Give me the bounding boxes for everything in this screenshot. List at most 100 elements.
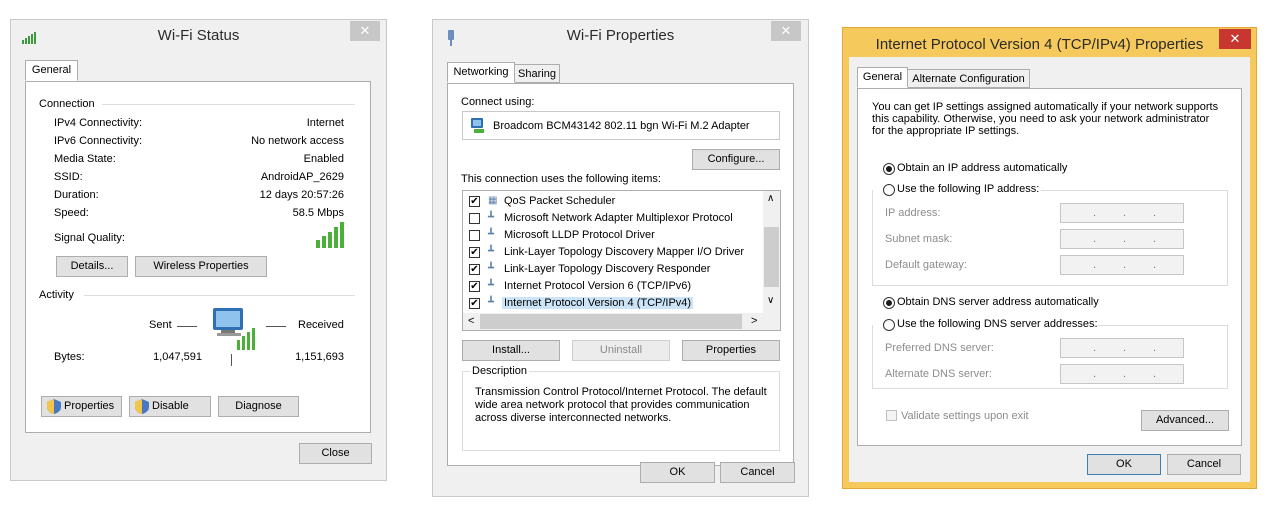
close-icon[interactable]: ✕ bbox=[350, 21, 380, 41]
tab-sharing[interactable]: Sharing bbox=[514, 64, 560, 83]
advanced-button[interactable]: Advanced... bbox=[1141, 410, 1229, 431]
obtain-ip-auto-label: Obtain an IP address automatically bbox=[897, 162, 1068, 174]
close-icon[interactable]: ✕ bbox=[1219, 29, 1251, 49]
scroll-thumb[interactable] bbox=[480, 314, 742, 329]
wifi-properties-window: Wi-Fi Properties ✕ Networking Sharing Co… bbox=[432, 19, 809, 497]
close-button[interactable]: Close bbox=[299, 443, 372, 464]
received-line bbox=[266, 326, 286, 327]
scroll-left-icon[interactable]: < bbox=[468, 315, 474, 327]
subnet-mask-label: Subnet mask: bbox=[885, 233, 953, 245]
signal-strength-icon bbox=[316, 222, 348, 251]
item-label: QoS Packet Scheduler bbox=[504, 195, 616, 207]
protocol-icon: ┻ bbox=[488, 229, 495, 240]
item-checkbox[interactable]: ✔ bbox=[469, 281, 480, 292]
scroll-thumb[interactable] bbox=[764, 227, 779, 287]
title-bar: Wi-Fi Properties ✕ bbox=[433, 20, 808, 48]
bytes-label: Bytes: bbox=[54, 351, 85, 363]
ok-button[interactable]: OK bbox=[1087, 454, 1161, 475]
protocol-icon: ┻ bbox=[488, 246, 495, 257]
received-label: Received bbox=[298, 319, 344, 331]
description-text: Transmission Control Protocol/Internet P… bbox=[475, 386, 767, 424]
item-checkbox[interactable]: ✔ bbox=[469, 196, 480, 207]
configure-button[interactable]: Configure... bbox=[692, 149, 780, 170]
adapter-box: Broadcom BCM43142 802.11 bgn Wi-Fi M.2 A… bbox=[462, 111, 780, 140]
description-header: Description bbox=[470, 365, 530, 377]
item-checkbox[interactable]: ✔ bbox=[469, 264, 480, 275]
scroll-up-icon[interactable]: ∧ bbox=[767, 193, 774, 204]
list-item[interactable]: ┻ Microsoft LLDP Protocol Driver bbox=[463, 227, 763, 244]
network-adapter-icon bbox=[470, 117, 486, 137]
default-gateway-label: Default gateway: bbox=[885, 259, 967, 271]
item-label: Microsoft Network Adapter Multiplexor Pr… bbox=[504, 212, 733, 224]
tab-general[interactable]: General bbox=[857, 67, 908, 88]
tab-general[interactable]: General bbox=[25, 60, 78, 81]
item-label: Internet Protocol Version 6 (TCP/IPv6) bbox=[504, 280, 692, 292]
list-item[interactable]: ✔ ┻ Link-Layer Topology Discovery Respon… bbox=[463, 261, 763, 278]
horizontal-scrollbar[interactable]: < > bbox=[463, 313, 780, 330]
list-item[interactable]: ✔ ┻ Link-Layer Topology Discovery Mapper… bbox=[463, 244, 763, 261]
list-item[interactable]: ✔ ┻ Internet Protocol Version 6 (TCP/IPv… bbox=[463, 278, 763, 295]
protocol-icon: ┻ bbox=[488, 297, 495, 308]
row-label: Duration: bbox=[54, 189, 99, 201]
service-icon: ▦ bbox=[488, 195, 498, 206]
properties-label: Properties bbox=[64, 400, 115, 412]
protocol-icon: ┻ bbox=[488, 280, 495, 291]
obtain-ip-auto-radio[interactable] bbox=[883, 163, 895, 175]
item-label: Link-Layer Topology Discovery Mapper I/O… bbox=[504, 246, 745, 258]
window-title: Wi-Fi Status bbox=[157, 27, 240, 44]
disable-button[interactable]: Disable bbox=[129, 396, 211, 417]
item-checkbox[interactable] bbox=[469, 230, 480, 241]
validate-label: Validate settings upon exit bbox=[901, 410, 1029, 422]
list-item-selected[interactable]: ✔ ┻ Internet Protocol Version 4 (TCP/IPv… bbox=[463, 295, 763, 312]
bytes-sent-value: 1,047,591 bbox=[153, 351, 202, 363]
use-following-dns-radio[interactable] bbox=[883, 319, 895, 331]
shield-icon bbox=[47, 399, 61, 421]
window-frame-bottom bbox=[843, 482, 1256, 488]
ip-address-input: ... bbox=[1060, 203, 1184, 223]
tab-alternate-configuration[interactable]: Alternate Configuration bbox=[907, 69, 1030, 88]
scroll-right-icon[interactable]: > bbox=[751, 315, 757, 327]
default-gateway-input: ... bbox=[1060, 255, 1184, 275]
list-item[interactable]: ┻ Microsoft Network Adapter Multiplexor … bbox=[463, 210, 763, 227]
ip-group-divider bbox=[1041, 190, 1228, 191]
tab-networking[interactable]: Networking bbox=[447, 62, 515, 83]
activity-divider bbox=[84, 295, 355, 296]
item-checkbox[interactable]: ✔ bbox=[469, 247, 480, 258]
row-value: No network access bbox=[251, 135, 344, 147]
vertical-scrollbar[interactable]: ∧ ∨ bbox=[763, 191, 780, 313]
row-label: IPv6 Connectivity: bbox=[54, 135, 143, 147]
row-label: Media State: bbox=[54, 153, 116, 165]
uninstall-button[interactable]: Uninstall bbox=[572, 340, 670, 361]
window-frame-right bbox=[1250, 28, 1256, 488]
ok-button[interactable]: OK bbox=[640, 462, 715, 483]
item-label: Link-Layer Topology Discovery Responder bbox=[504, 263, 711, 275]
signal-quality-label: Signal Quality: bbox=[54, 232, 125, 244]
alternate-dns-label: Alternate DNS server: bbox=[885, 368, 992, 380]
description-group: Description Transmission Control Protoco… bbox=[462, 365, 780, 451]
item-checkbox[interactable] bbox=[469, 213, 480, 224]
use-following-ip-radio[interactable] bbox=[883, 184, 895, 196]
preferred-dns-label: Preferred DNS server: bbox=[885, 342, 994, 354]
protocol-icon: ┻ bbox=[488, 212, 495, 223]
validate-checkbox bbox=[886, 410, 897, 421]
ip-address-label: IP address: bbox=[885, 207, 941, 219]
install-button[interactable]: Install... bbox=[462, 340, 560, 361]
properties-button[interactable]: Properties bbox=[41, 396, 122, 417]
details-button[interactable]: Details... bbox=[56, 256, 128, 277]
scroll-down-icon[interactable]: ∨ bbox=[767, 295, 774, 306]
subnet-mask-input: ... bbox=[1060, 229, 1184, 249]
cancel-button[interactable]: Cancel bbox=[1167, 454, 1241, 475]
properties-button[interactable]: Properties bbox=[682, 340, 780, 361]
obtain-dns-auto-radio[interactable] bbox=[883, 297, 895, 309]
item-checkbox[interactable]: ✔ bbox=[469, 298, 480, 309]
use-following-dns-label: Use the following DNS server addresses: bbox=[897, 318, 1100, 330]
list-item[interactable]: ✔ ▦ QoS Packet Scheduler bbox=[463, 193, 763, 210]
close-icon[interactable]: ✕ bbox=[771, 21, 801, 41]
diagnose-button[interactable]: Diagnose bbox=[218, 396, 299, 417]
row-value: 58.5 Mbps bbox=[292, 207, 344, 219]
cancel-button[interactable]: Cancel bbox=[720, 462, 795, 483]
items-list[interactable]: ✔ ▦ QoS Packet Scheduler ┻ Microsoft Net… bbox=[462, 190, 781, 331]
wireless-properties-button[interactable]: Wireless Properties bbox=[135, 256, 267, 277]
connection-divider bbox=[102, 104, 355, 105]
obtain-dns-auto-label: Obtain DNS server address automatically bbox=[897, 296, 1099, 308]
